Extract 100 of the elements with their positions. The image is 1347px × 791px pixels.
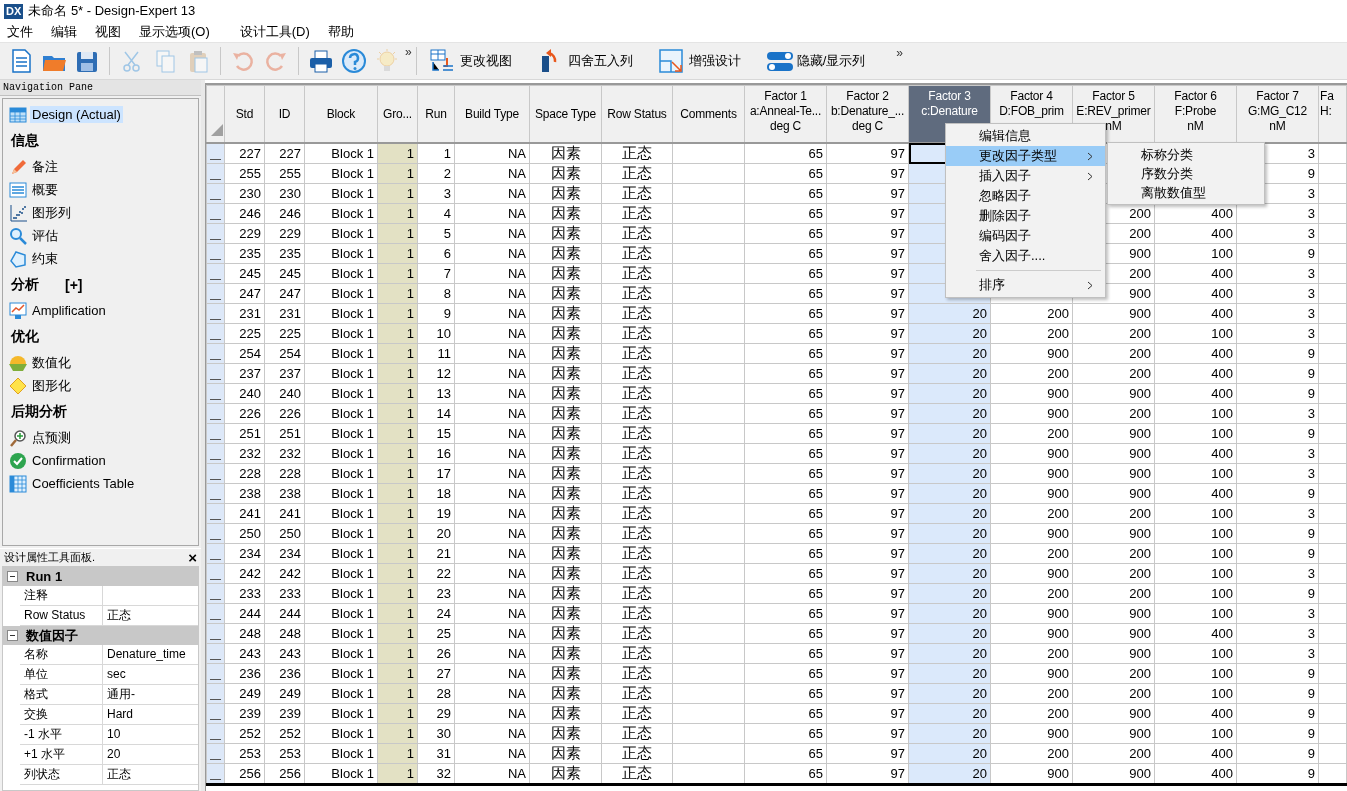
row-marker[interactable] <box>210 239 221 240</box>
table-cell: 241 <box>264 503 305 524</box>
menu-item[interactable]: 编辑 <box>51 23 77 41</box>
row-marker[interactable] <box>210 399 221 400</box>
row-marker[interactable] <box>210 679 221 680</box>
nav-item[interactable]: 约束 <box>9 247 198 270</box>
table-cell: 因素 <box>529 543 602 564</box>
table-cell: Block 1 <box>304 743 378 764</box>
collapse-toggle[interactable] <box>7 630 18 641</box>
nav-item[interactable]: Amplification <box>9 299 198 322</box>
table-cell: 因素 <box>529 243 602 264</box>
overflow-chevron[interactable]: » <box>405 45 412 59</box>
table-cell: 因素 <box>529 463 602 484</box>
column-header[interactable]: ID <box>264 85 305 143</box>
overflow-chevron[interactable]: » <box>896 46 903 60</box>
row-marker[interactable] <box>210 379 221 380</box>
column-header[interactable]: Comments <box>672 85 745 143</box>
table-cell: 正态 <box>601 143 673 164</box>
row-marker[interactable] <box>210 639 221 640</box>
column-header[interactable]: Factor 6 F:Probe nM <box>1154 85 1237 143</box>
table-cell <box>1318 223 1347 244</box>
table-cell: 65 <box>744 343 827 364</box>
table-cell: 97 <box>826 323 909 344</box>
row-marker[interactable] <box>210 719 221 720</box>
row-marker[interactable] <box>210 539 221 540</box>
row-marker[interactable] <box>210 459 221 460</box>
row-marker[interactable] <box>210 779 221 780</box>
nav-item[interactable]: 数值化 <box>9 351 198 374</box>
row-marker[interactable] <box>210 579 221 580</box>
column-header[interactable]: Row Status <box>601 85 673 143</box>
row-marker[interactable] <box>210 479 221 480</box>
close-button[interactable]: × <box>188 550 197 565</box>
menu-item[interactable]: 忽略因子 <box>946 186 1105 206</box>
column-header[interactable]: Gro... <box>377 85 418 143</box>
row-marker[interactable] <box>210 439 221 440</box>
toolbar-button[interactable]: 隐藏/显示列 <box>761 46 870 76</box>
menu-item[interactable]: 更改因子类型 <box>946 146 1105 166</box>
table-cell: 100 <box>1154 603 1237 624</box>
table-cell: 因素 <box>529 563 602 584</box>
table-cell: 9 <box>1236 483 1319 504</box>
row-marker[interactable] <box>210 339 221 340</box>
table-cell: 900 <box>990 763 1073 785</box>
nav-item[interactable]: 图形列 <box>9 201 198 224</box>
table-cell: NA <box>454 143 530 164</box>
menu-item[interactable]: 设计工具(D) <box>239 23 310 41</box>
row-marker[interactable] <box>210 319 221 320</box>
table-cell: 27 <box>417 663 455 684</box>
row-marker[interactable] <box>210 219 221 220</box>
menu-item[interactable]: 视图 <box>95 23 121 41</box>
nav-item[interactable]: 图形化 <box>9 374 198 397</box>
column-header[interactable]: Std <box>224 85 265 143</box>
row-marker[interactable] <box>210 659 221 660</box>
row-marker[interactable] <box>210 759 221 760</box>
table-cell: 因素 <box>529 743 602 764</box>
nav-item[interactable]: 评估 <box>9 224 198 247</box>
row-marker[interactable] <box>210 619 221 620</box>
column-header[interactable]: Space Type <box>529 85 602 143</box>
column-header[interactable]: Factor 1 a:Anneal-Te... deg C <box>744 85 827 143</box>
table-cell: 200 <box>990 683 1073 704</box>
row-marker[interactable] <box>210 599 221 600</box>
column-header[interactable]: Factor 2 b:Denature_... deg C <box>826 85 909 143</box>
row-marker[interactable] <box>210 359 221 360</box>
row-marker[interactable] <box>210 739 221 740</box>
table-cell: 254 <box>224 343 265 364</box>
nav-item[interactable]: 概要 <box>9 178 198 201</box>
column-header[interactable]: Run <box>417 85 455 143</box>
row-marker[interactable] <box>210 699 221 700</box>
property-value: 20 <box>106 746 122 763</box>
row-marker[interactable] <box>210 159 221 160</box>
menu-item[interactable]: 显示选项(O) <box>139 23 210 41</box>
row-marker[interactable] <box>210 199 221 200</box>
toolbar-button[interactable]: 四舍五入列 <box>532 46 637 76</box>
expand-toggle[interactable]: [+] <box>65 276 83 293</box>
nav-item[interactable]: Confirmation <box>9 449 198 472</box>
nav-item[interactable]: Design (Actual) <box>9 103 198 126</box>
menu-item[interactable]: 帮助 <box>327 23 354 41</box>
nav-item[interactable]: 备注 <box>9 155 198 178</box>
row-marker[interactable] <box>210 259 221 260</box>
table-cell: 9 <box>1236 243 1319 264</box>
column-header[interactable]: Build Type <box>454 85 530 143</box>
row-marker[interactable] <box>210 499 221 500</box>
column-header[interactable]: Fa H: <box>1318 85 1347 143</box>
row-marker[interactable] <box>210 559 221 560</box>
toolbar-button[interactable]: 增强设计 <box>653 46 745 76</box>
row-marker[interactable] <box>210 279 221 280</box>
collapse-toggle[interactable] <box>7 571 18 582</box>
row-marker[interactable] <box>210 519 221 520</box>
row-marker[interactable] <box>210 179 221 180</box>
nav-item[interactable]: Coefficients Table <box>9 472 198 495</box>
menu-item[interactable]: 插入因子 <box>946 166 1105 186</box>
table-cell: 900 <box>990 383 1073 404</box>
table-cell: 100 <box>1154 583 1237 604</box>
column-header[interactable]: Factor 7 G:MG_C12 nM <box>1236 85 1319 143</box>
table-cell: 256 <box>264 763 305 785</box>
row-marker[interactable] <box>210 299 221 300</box>
menu-item[interactable]: 文件 <box>7 23 33 41</box>
toolbar-button[interactable]: 更改视图 <box>424 46 516 76</box>
row-marker[interactable] <box>210 419 221 420</box>
column-header[interactable]: Block <box>304 85 378 143</box>
nav-item[interactable]: 点预测 <box>9 426 198 449</box>
